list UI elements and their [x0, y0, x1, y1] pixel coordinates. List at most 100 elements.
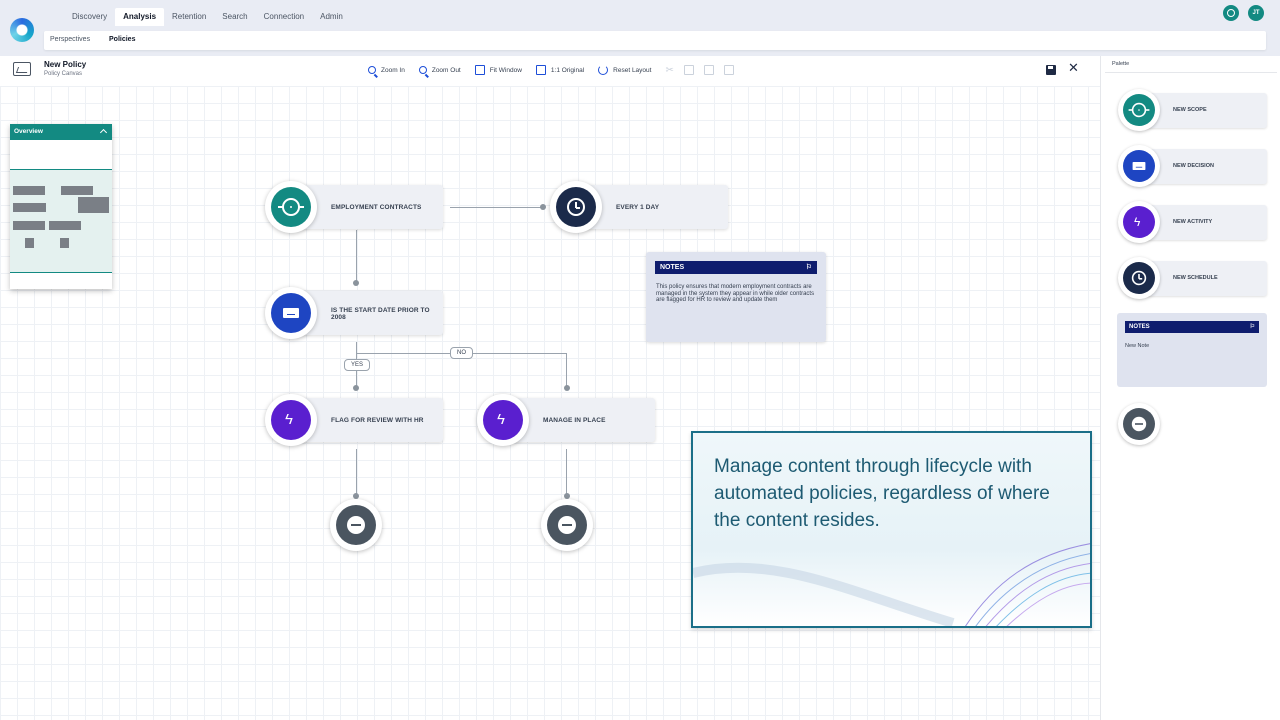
palette-item-scope-label: NEW SCOPE [1173, 107, 1207, 113]
stop-icon [558, 516, 576, 534]
connector-dot [540, 204, 546, 210]
chevron-up-icon[interactable] [99, 128, 108, 137]
connector-line [566, 353, 567, 388]
cut-icon[interactable]: ✂ [665, 65, 673, 76]
minimap-node [49, 221, 81, 230]
activity-yes-node[interactable]: ϟ [265, 394, 317, 446]
yes-branch-label[interactable]: YES [344, 359, 371, 371]
overview-minimap[interactable] [10, 169, 112, 273]
page-title: New Policy [44, 60, 87, 69]
scope-node-label: EMPLOYMENT CONTRACTS [331, 204, 422, 211]
flag-icon[interactable]: ⚐ [806, 263, 812, 271]
palette-schedule-node[interactable] [1118, 257, 1160, 299]
close-icon[interactable]: ✕ [1068, 61, 1079, 75]
palette-panel: Palette NEW SCOPE NEW DECISION NEW ACTIV… [1100, 56, 1280, 720]
clock-icon [567, 198, 585, 216]
scope-node[interactable] [265, 181, 317, 233]
reset-layout-button[interactable]: Reset Layout [598, 64, 651, 76]
tab-search[interactable]: Search [214, 8, 255, 26]
overview-title: Overview [14, 128, 43, 135]
crosshair-icon [278, 198, 304, 216]
main-nav: Discovery Analysis Retention Search Conn… [64, 8, 351, 26]
zoom-in-button[interactable]: Zoom In [368, 64, 405, 76]
minimap-node [78, 197, 109, 213]
minimap-node [13, 221, 45, 230]
zoom-in-label: Zoom In [381, 66, 405, 74]
user-avatar[interactable]: JT [1248, 5, 1264, 21]
stop-icon [347, 516, 365, 534]
reset-icon [598, 65, 609, 75]
delete-icon[interactable] [723, 65, 734, 75]
fit-window-button[interactable]: Fit Window [474, 64, 522, 76]
palette-notes-body: New Note [1125, 343, 1150, 349]
policy-image-icon [13, 62, 31, 76]
palette-item-schedule-label: NEW SCHEDULE [1173, 275, 1218, 281]
schedule-node-label: EVERY 1 DAY [616, 204, 660, 211]
notes-header: NOTES ⚐ [655, 261, 817, 274]
tab-admin[interactable]: Admin [312, 8, 351, 26]
minimap-node [13, 186, 45, 195]
connector-dot [353, 280, 359, 286]
bolt-icon: ϟ [1134, 215, 1141, 229]
end-node[interactable] [330, 499, 382, 551]
palette-activity-node[interactable]: ϟ [1118, 201, 1160, 243]
minimap-node [25, 238, 34, 248]
original-size-label: 1:1 Original [550, 66, 585, 74]
minimap-node [60, 238, 69, 248]
canvas-toolbar: Zoom In Zoom Out Fit Window 1:1 Original… [368, 64, 744, 76]
palette-notes-title: NOTES [1129, 324, 1150, 330]
palette-notes-item[interactable]: NOTES ⚐ New Note [1117, 313, 1267, 387]
decision-node[interactable] [265, 287, 317, 339]
no-branch-label[interactable]: NO [450, 347, 473, 359]
connector-dot [564, 385, 570, 391]
help-circle-icon[interactable] [1223, 5, 1239, 21]
tab-retention[interactable]: Retention [164, 8, 214, 26]
decision-icon [283, 308, 299, 318]
tab-connection[interactable]: Connection [256, 8, 312, 26]
clock-icon [1131, 270, 1147, 286]
activity-yes-node-label: FLAG FOR REVIEW WITH HR [331, 417, 424, 424]
zoom-out-button[interactable]: Zoom Out [418, 64, 461, 76]
fit-window-label: Fit Window [489, 66, 522, 74]
connector-line [356, 449, 357, 497]
copy-icon[interactable] [683, 65, 694, 75]
original-size-button[interactable]: 1:1 Original [535, 64, 585, 76]
palette-item-activity-label: NEW ACTIVITY [1173, 219, 1213, 225]
decision-node-label: IS THE START DATE PRIOR TO 2008 [331, 307, 430, 321]
minimap-node [61, 186, 93, 195]
decision-icon [1132, 162, 1146, 170]
tab-analysis[interactable]: Analysis [115, 8, 165, 26]
connector-line [356, 230, 357, 283]
palette-decision-node[interactable] [1118, 145, 1160, 187]
activity-no-node[interactable]: ϟ [477, 394, 529, 446]
bolt-icon: ϟ [497, 411, 505, 428]
palette-scope-node[interactable] [1118, 89, 1160, 131]
notes-card[interactable]: NOTES ⚐ This policy ensures that modern … [646, 252, 826, 342]
app-logo-icon[interactable] [10, 18, 34, 42]
palette-item-decision-label: NEW DECISION [1173, 163, 1214, 169]
palette-end-node[interactable] [1118, 403, 1160, 445]
connector-dot [353, 385, 359, 391]
crosshair-icon [1128, 102, 1150, 118]
bolt-icon: ϟ [285, 411, 293, 428]
subtab-policies[interactable]: Policies [109, 36, 135, 43]
minimap-node [13, 203, 46, 212]
connector-line [566, 449, 567, 497]
palette-notes-header: NOTES ⚐ [1125, 321, 1259, 333]
overview-header[interactable]: Overview [10, 124, 112, 140]
flag-icon: ⚐ [1249, 324, 1255, 330]
notes-body[interactable]: This policy ensures that modern employme… [656, 284, 816, 304]
paste-icon[interactable] [703, 65, 714, 75]
connector-line [450, 207, 544, 208]
top-navigation-bar: Discovery Analysis Retention Search Conn… [0, 0, 1280, 56]
stop-icon [1131, 416, 1147, 432]
promo-callout: Manage content through lifecycle with au… [691, 431, 1092, 628]
save-icon[interactable] [1046, 65, 1056, 75]
notes-title: NOTES [660, 264, 685, 271]
end-node[interactable] [541, 499, 593, 551]
fit-window-icon [474, 65, 485, 75]
tab-discovery[interactable]: Discovery [64, 8, 115, 26]
schedule-node[interactable] [550, 181, 602, 233]
palette-title: Palette [1112, 61, 1130, 67]
subtab-perspectives[interactable]: Perspectives [50, 36, 90, 43]
